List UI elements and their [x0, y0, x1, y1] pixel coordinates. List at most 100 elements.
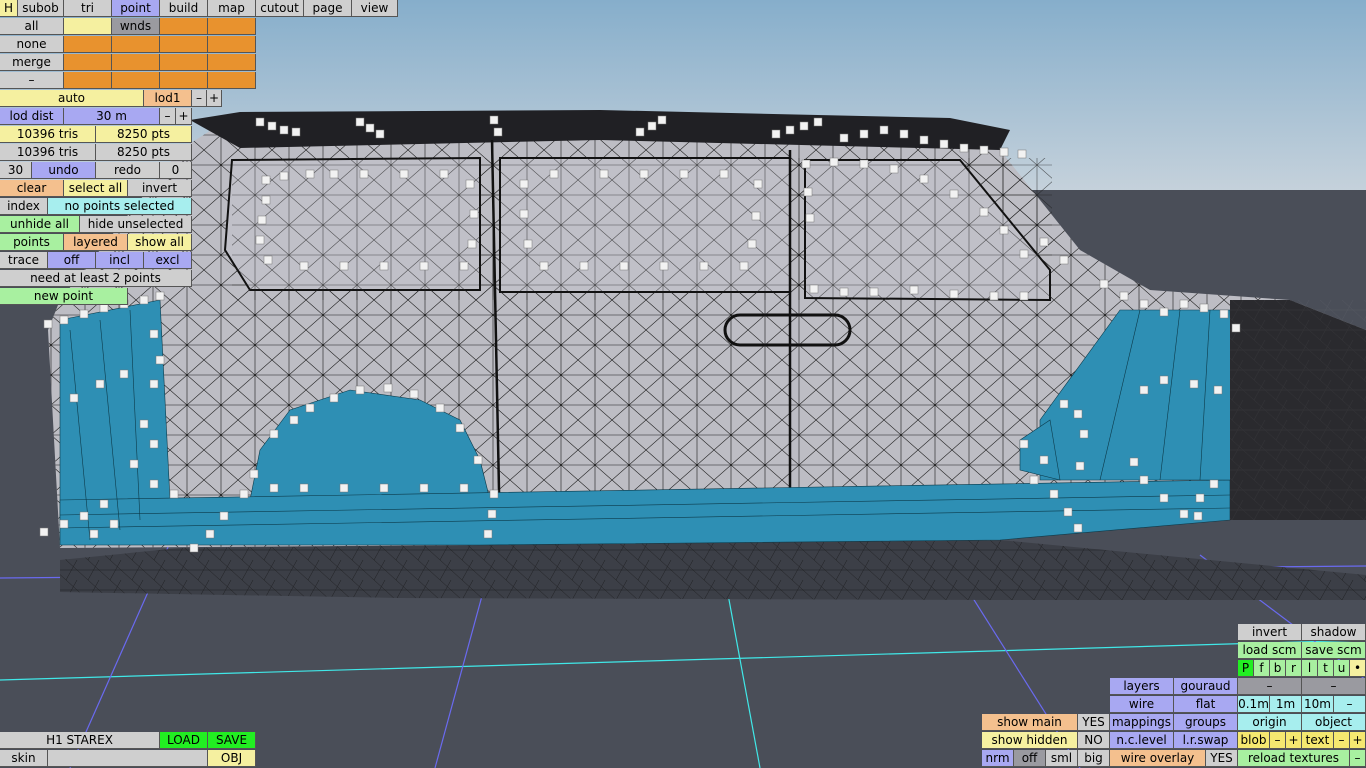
group-cell[interactable] — [112, 36, 160, 53]
mappings-button[interactable]: mappings — [1110, 714, 1174, 731]
invert-selection-button[interactable]: invert — [128, 180, 192, 197]
group-cell[interactable] — [64, 54, 112, 71]
flat-button[interactable]: flat — [1174, 696, 1238, 713]
point-size-big[interactable]: big — [1078, 750, 1110, 767]
origin-button[interactable]: origin — [1238, 714, 1302, 731]
menu-tri[interactable]: tri — [64, 0, 112, 17]
select-none[interactable]: none — [0, 36, 64, 53]
minus-button[interactable]: – — [0, 72, 64, 89]
flag-b[interactable]: b — [1270, 660, 1286, 677]
lod-dist-minus[interactable]: – — [160, 108, 176, 125]
unhide-all-button[interactable]: unhide all — [0, 216, 80, 233]
point-size-nrm[interactable]: nrm — [982, 750, 1014, 767]
group-cell[interactable] — [208, 18, 256, 35]
3d-viewport[interactable] — [0, 0, 1366, 768]
obj-button[interactable]: OBJ — [208, 750, 256, 767]
trace-off-button[interactable]: off — [48, 252, 96, 269]
model-name: H1 STAREX — [0, 732, 160, 749]
group-cell[interactable] — [112, 54, 160, 71]
show-hidden-toggle[interactable]: NO — [1078, 732, 1110, 749]
skin-field[interactable] — [48, 750, 208, 767]
flag-dot[interactable]: • — [1350, 660, 1366, 677]
groups-button[interactable]: groups — [1174, 714, 1238, 731]
shadow-button[interactable]: shadow — [1302, 624, 1366, 641]
group-cell[interactable] — [64, 36, 112, 53]
flag-l[interactable]: l — [1302, 660, 1318, 677]
merge-button[interactable]: merge — [0, 54, 64, 71]
grid-10m-button[interactable]: 10m — [1302, 696, 1334, 713]
gouraud-button[interactable]: gouraud — [1174, 678, 1238, 695]
lod-dist-label: lod dist — [0, 108, 64, 125]
blob-minus[interactable]: – — [1270, 732, 1286, 749]
reload-textures-minus[interactable]: – — [1350, 750, 1366, 767]
blob-plus[interactable]: + — [1286, 732, 1302, 749]
trace-incl-button[interactable]: incl — [96, 252, 144, 269]
group-cell[interactable] — [160, 18, 208, 35]
render-minus-a[interactable]: – — [1238, 678, 1302, 695]
group-cell[interactable] — [64, 18, 112, 35]
load-button[interactable]: LOAD — [160, 732, 208, 749]
select-all-groups[interactable]: all — [0, 18, 64, 35]
group-cell[interactable] — [160, 72, 208, 89]
lod-dist-plus[interactable]: + — [176, 108, 192, 125]
wnds-group[interactable]: wnds — [112, 18, 160, 35]
save-button[interactable]: SAVE — [208, 732, 256, 749]
render-invert-button[interactable]: invert — [1238, 624, 1302, 641]
select-all-button[interactable]: select all — [64, 180, 128, 197]
menu-point[interactable]: point — [112, 0, 160, 17]
show-all-button[interactable]: show all — [128, 234, 192, 251]
flag-r[interactable]: r — [1286, 660, 1302, 677]
window-mesh-1 — [232, 158, 1052, 300]
nc-level-button[interactable]: n.c.level — [1110, 732, 1174, 749]
render-minus-b[interactable]: – — [1302, 678, 1366, 695]
group-cell[interactable] — [64, 72, 112, 89]
undo-button[interactable]: undo — [32, 162, 96, 179]
index-button[interactable]: index — [0, 198, 48, 215]
object-button[interactable]: object — [1302, 714, 1366, 731]
save-scm-button[interactable]: save scm — [1302, 642, 1366, 659]
menu-page[interactable]: page — [304, 0, 352, 17]
tris-count-total: 10396 tris — [0, 144, 96, 161]
clear-button[interactable]: clear — [0, 180, 64, 197]
flag-f[interactable]: f — [1254, 660, 1270, 677]
menu-h[interactable]: H — [0, 0, 18, 17]
new-point-button[interactable]: new point — [0, 288, 128, 305]
menu-view[interactable]: view — [352, 0, 398, 17]
lr-swap-button[interactable]: l.r.swap — [1174, 732, 1238, 749]
trace-excl-button[interactable]: excl — [144, 252, 192, 269]
lod1-button[interactable]: lod1 — [144, 90, 192, 107]
grid-minus-button[interactable]: – — [1334, 696, 1366, 713]
lod-plus-button[interactable]: + — [207, 90, 222, 107]
flag-u[interactable]: u — [1334, 660, 1350, 677]
lod-minus-button[interactable]: – — [192, 90, 207, 107]
redo-button[interactable]: redo — [96, 162, 160, 179]
group-cell[interactable] — [208, 36, 256, 53]
group-cell[interactable] — [112, 72, 160, 89]
flag-t[interactable]: t — [1318, 660, 1334, 677]
layers-button[interactable]: layers — [1110, 678, 1174, 695]
show-main-toggle[interactable]: YES — [1078, 714, 1110, 731]
point-size-off[interactable]: off — [1014, 750, 1046, 767]
text-plus[interactable]: + — [1350, 732, 1366, 749]
menu-build[interactable]: build — [160, 0, 208, 17]
group-cell[interactable] — [208, 54, 256, 71]
text-minus[interactable]: – — [1334, 732, 1350, 749]
menu-cutout[interactable]: cutout — [256, 0, 304, 17]
hide-unselected-button[interactable]: hide unselected — [80, 216, 192, 233]
load-scm-button[interactable]: load scm — [1238, 642, 1302, 659]
group-cell[interactable] — [160, 36, 208, 53]
wire-button[interactable]: wire — [1110, 696, 1174, 713]
wire-overlay-toggle[interactable]: YES — [1206, 750, 1238, 767]
point-size-sml[interactable]: sml — [1046, 750, 1078, 767]
menu-map[interactable]: map — [208, 0, 256, 17]
reload-textures-button[interactable]: reload textures — [1238, 750, 1350, 767]
menu-subob[interactable]: subob — [18, 0, 64, 17]
lod-auto-button[interactable]: auto — [0, 90, 144, 107]
flag-p[interactable]: P — [1238, 660, 1254, 677]
points-mode-button[interactable]: points — [0, 234, 64, 251]
group-cell[interactable] — [208, 72, 256, 89]
layered-button[interactable]: layered — [64, 234, 128, 251]
grid-01m-button[interactable]: 0.1m — [1238, 696, 1270, 713]
group-cell[interactable] — [160, 54, 208, 71]
grid-1m-button[interactable]: 1m — [1270, 696, 1302, 713]
